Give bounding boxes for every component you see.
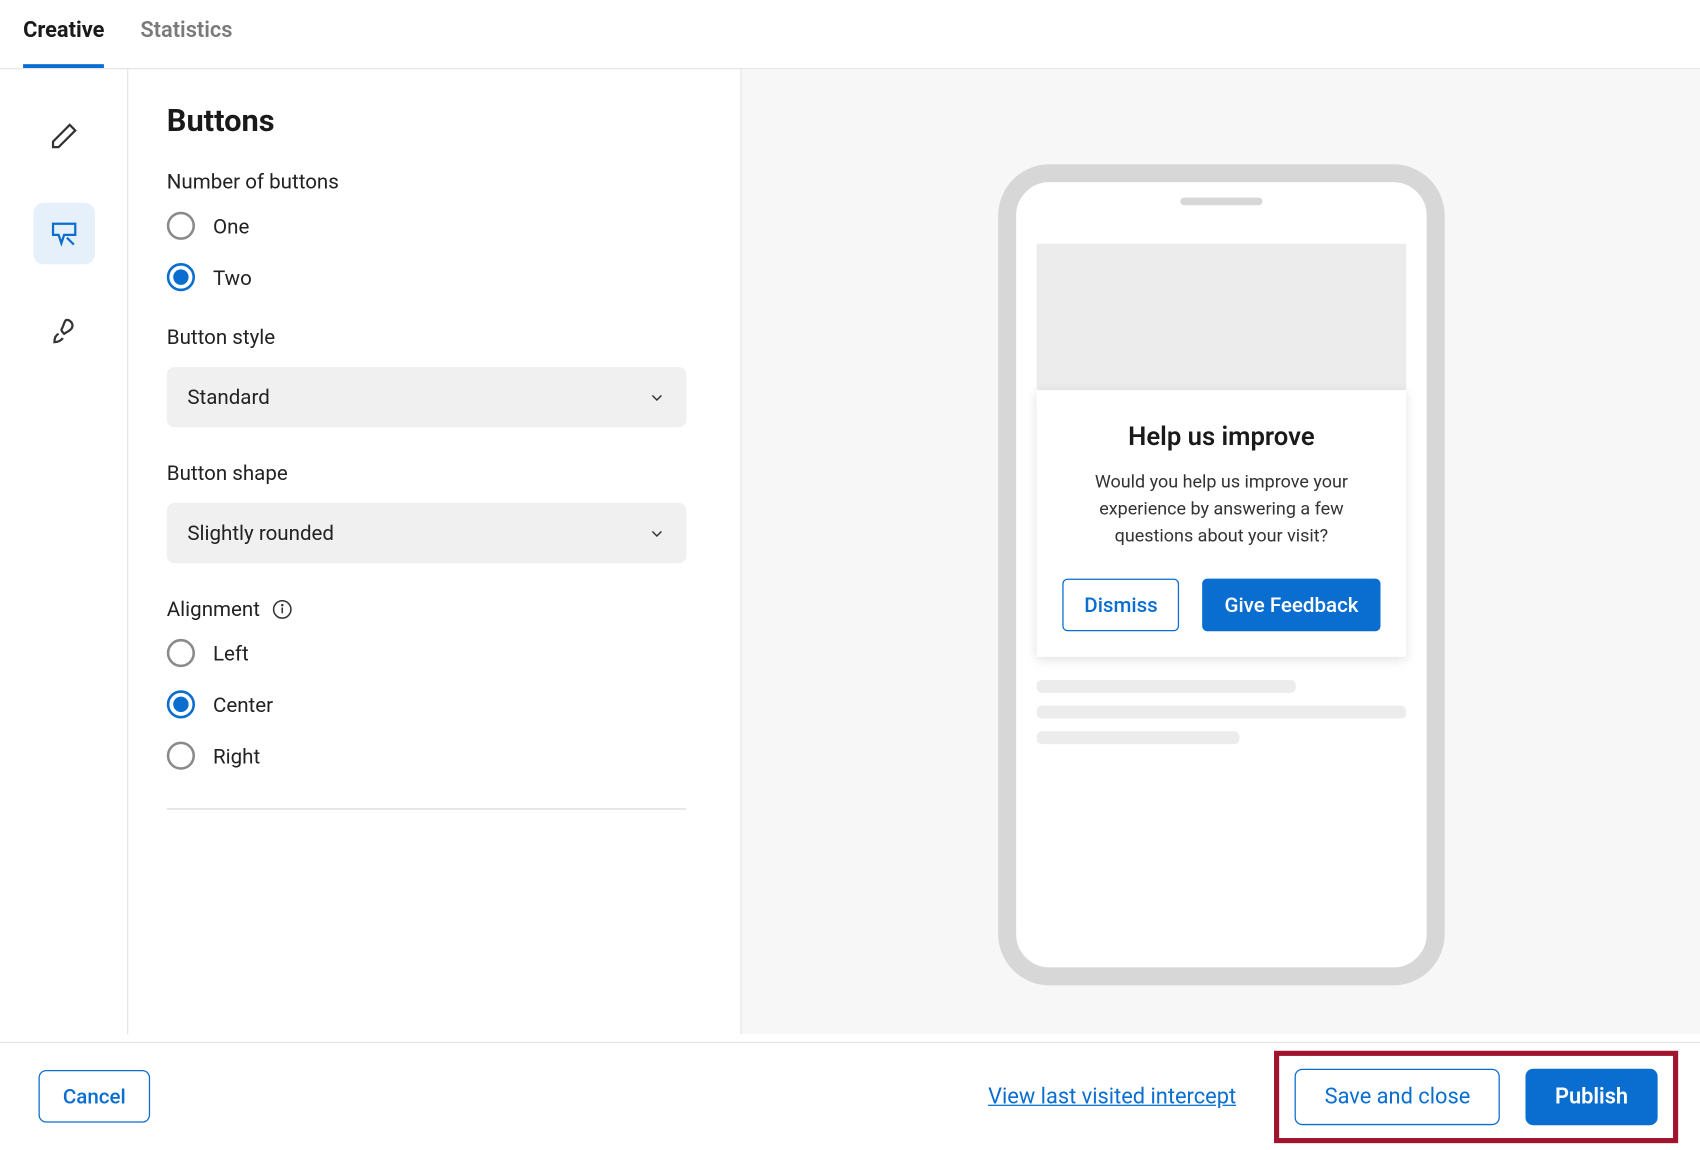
card-title: Help us improve [1060,421,1383,452]
alignment-label: Alignment [167,597,687,621]
preview-area: Help us improve Would you help us improv… [742,69,1700,1034]
radio-one[interactable]: One [167,212,687,240]
phone-frame: Help us improve Would you help us improv… [998,164,1444,985]
give-feedback-button[interactable]: Give Feedback [1203,579,1381,632]
phone-speaker [1180,198,1262,206]
view-last-intercept-link[interactable]: View last visited intercept [988,1083,1236,1109]
top-tabs: Creative Statistics [0,0,1700,69]
chevron-down-icon [648,388,666,406]
preview-card: Help us improve Would you help us improv… [1037,390,1407,657]
radio-one-label: One [213,214,249,238]
publish-button[interactable]: Publish [1525,1068,1657,1124]
side-rail [0,69,128,1034]
settings-panel: Buttons Number of buttons One Two Button… [128,69,741,1034]
number-of-buttons-label: Number of buttons [167,169,687,193]
radio-right-label: Right [213,743,260,767]
alignment-label-text: Alignment [167,597,260,621]
placeholder-image [1037,244,1407,398]
paintbrush-icon [47,314,80,347]
button-shape-label: Button shape [167,461,687,485]
tab-creative[interactable]: Creative [23,18,104,68]
radio-center[interactable]: Center [167,690,687,718]
divider [167,808,687,809]
number-of-buttons-group: One Two [167,212,687,292]
info-icon[interactable] [270,597,293,620]
cursor-click-icon [47,217,80,250]
tab-statistics[interactable]: Statistics [140,18,232,68]
radio-left[interactable]: Left [167,639,687,667]
card-body: Would you help us improve your experienc… [1060,470,1383,551]
button-style-value: Standard [187,385,269,409]
cancel-button[interactable]: Cancel [38,1070,150,1123]
radio-center-label: Center [213,692,273,716]
button-shape-select[interactable]: Slightly rounded [167,503,687,563]
rail-style[interactable] [33,300,95,362]
chevron-down-icon [648,524,666,542]
radio-two[interactable]: Two [167,263,687,291]
edit-icon [47,119,80,152]
card-buttons: Dismiss Give Feedback [1060,579,1383,632]
rail-buttons[interactable] [33,203,95,265]
footer-bar: Cancel View last visited intercept Save … [0,1042,1700,1150]
rail-edit[interactable] [33,105,95,167]
skeleton-lines [1037,680,1407,744]
highlighted-actions: Save and close Publish [1275,1050,1679,1142]
radio-right[interactable]: Right [167,742,687,770]
dismiss-button[interactable]: Dismiss [1062,579,1179,632]
section-title: Buttons [167,103,687,139]
button-style-label: Button style [167,325,687,349]
button-shape-value: Slightly rounded [187,521,334,545]
radio-left-label: Left [213,641,249,665]
radio-two-label: Two [213,265,252,289]
save-and-close-button[interactable]: Save and close [1295,1068,1500,1124]
alignment-group: Left Center Right [167,639,687,770]
button-style-select[interactable]: Standard [167,367,687,427]
